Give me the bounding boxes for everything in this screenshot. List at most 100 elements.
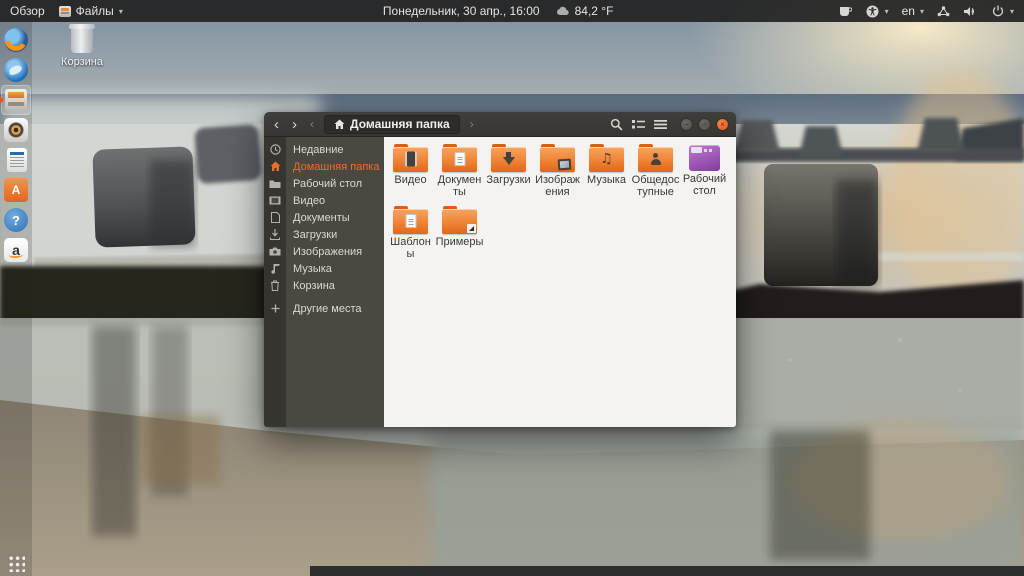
folder-item-public[interactable]: Общедоступные xyxy=(631,144,680,198)
ubuntu-software-icon xyxy=(4,178,28,202)
sidebar-label: Изображения xyxy=(293,245,363,258)
app-menu[interactable]: Файлы ▾ xyxy=(58,4,123,18)
accessibility-icon xyxy=(866,4,880,18)
folder-item-downloads[interactable]: Загрузки xyxy=(484,144,533,198)
folder-icon-downloads xyxy=(491,144,526,172)
folder-item-desktop[interactable]: Рабочий стол xyxy=(680,144,729,198)
firefox-icon xyxy=(4,28,28,52)
folder-label: Рабочий стол xyxy=(682,173,727,197)
files-icon xyxy=(5,89,27,111)
folder-item-pictures[interactable]: Изображения xyxy=(533,144,582,198)
sidebar-label: Домашняя папка xyxy=(293,160,380,173)
chevron-down-icon: ▾ xyxy=(1009,6,1014,16)
folder-item-templates[interactable]: Шаблоны xyxy=(386,206,435,260)
language-label: en xyxy=(901,4,915,18)
breadcrumb-label: Домашняя папка xyxy=(350,117,450,131)
dock-item-rhythmbox[interactable] xyxy=(1,115,31,145)
camera-icon xyxy=(264,247,286,256)
dock-item-amazon[interactable] xyxy=(1,235,31,265)
sidebar-label: Документы xyxy=(293,211,350,224)
folder-item-video[interactable]: Видео xyxy=(386,144,435,198)
sidebar-label: Корзина xyxy=(293,279,335,292)
files-app-icon xyxy=(58,5,71,17)
trash-icon xyxy=(69,24,95,53)
minimize-button[interactable]: − xyxy=(680,117,693,131)
headerbar[interactable]: ‹ › ‹ Домашняя папка › − ▫ × xyxy=(264,112,736,137)
back-button[interactable]: ‹ xyxy=(271,117,282,132)
sidebar-item-video[interactable]: Видео xyxy=(264,192,384,209)
folder-label: Шаблоны xyxy=(390,236,431,260)
search-icon[interactable] xyxy=(610,118,623,131)
forward-button[interactable]: › xyxy=(289,117,300,132)
files-window: ‹ › ‹ Домашняя папка › − ▫ × Недавние До… xyxy=(264,112,736,427)
desktop-icon xyxy=(689,145,720,171)
libreoffice-writer-icon xyxy=(7,148,27,172)
path-scroll-right[interactable]: › xyxy=(467,118,477,130)
path-scroll-left[interactable]: ‹ xyxy=(307,118,317,130)
keyboard-layout-menu[interactable]: en ▾ xyxy=(902,4,924,18)
chevron-down-icon: ▾ xyxy=(118,6,123,16)
sidebar-label: Недавние xyxy=(293,143,344,156)
file-grid: Видео Документы Загрузки Изображения ♫ М… xyxy=(386,144,734,268)
folder-icon-public xyxy=(638,144,673,172)
sidebar-item-trash[interactable]: Корзина xyxy=(264,277,384,294)
dock-item-files[interactable] xyxy=(0,85,31,115)
temperature-label: 84,2 °F xyxy=(574,4,614,18)
folder-item-music[interactable]: ♫ Музыка xyxy=(582,144,631,198)
top-bar: Обзор Файлы ▾ Понедельник, 30 апр., 16:0… xyxy=(0,0,1024,22)
view-toggle-icon[interactable] xyxy=(632,119,645,130)
activities-button[interactable]: Обзор xyxy=(10,4,45,18)
dock-item-help[interactable] xyxy=(1,205,31,235)
dock-item-thunderbird[interactable] xyxy=(1,55,31,85)
sidebar-item-recent[interactable]: Недавние xyxy=(264,141,384,158)
sidebar-item-pictures[interactable]: Изображения xyxy=(264,243,384,260)
video-icon xyxy=(264,196,286,205)
caffeine-cup-icon[interactable] xyxy=(839,4,853,18)
sidebar-item-documents[interactable]: Документы xyxy=(264,209,384,226)
sidebar-label: Другие места xyxy=(293,302,362,315)
dock-item-libreoffice-writer[interactable] xyxy=(1,145,31,175)
menu-icon[interactable] xyxy=(654,119,667,130)
trash-label: Корзина xyxy=(61,56,103,68)
maximize-button[interactable]: ▫ xyxy=(698,117,711,131)
sidebar-item-downloads[interactable]: Загрузки xyxy=(264,226,384,243)
close-button[interactable]: × xyxy=(716,117,729,131)
folder-item-examples[interactable]: Примеры xyxy=(435,206,484,260)
thunderbird-icon xyxy=(4,58,28,82)
power-menu[interactable]: ▾ xyxy=(991,4,1014,18)
weather-indicator[interactable]: 84,2 °F xyxy=(556,4,614,18)
home-icon xyxy=(264,161,286,172)
folder-icon-music: ♫ xyxy=(589,144,624,172)
accessibility-menu[interactable]: ▾ xyxy=(866,4,889,18)
sidebar-item-other-locations[interactable]: Другие места xyxy=(264,300,384,317)
folder-icon-templates xyxy=(393,206,428,234)
desktop: Обзор Файлы ▾ Понедельник, 30 апр., 16:0… xyxy=(0,0,1024,576)
folder-item-documents[interactable]: Документы xyxy=(435,144,484,198)
show-applications-icon xyxy=(7,555,25,572)
folder-label: Общедоступные xyxy=(631,174,680,198)
sidebar: Недавние Домашняя папка Рабочий стол Вид… xyxy=(264,137,384,427)
file-view[interactable]: Видео Документы Загрузки Изображения ♫ М… xyxy=(384,137,736,427)
dock-item-show-applications[interactable] xyxy=(0,555,32,572)
sidebar-item-desktop[interactable]: Рабочий стол xyxy=(264,175,384,192)
trash-icon xyxy=(264,280,286,291)
folder-label: Музыка xyxy=(587,174,626,186)
network-icon[interactable] xyxy=(937,4,951,18)
sidebar-item-music[interactable]: Музыка xyxy=(264,260,384,277)
folder-icon-documents xyxy=(442,144,477,172)
rhythmbox-icon xyxy=(4,118,28,142)
amazon-icon xyxy=(4,238,28,262)
folder-icon-pictures xyxy=(540,144,575,172)
sidebar-item-home[interactable]: Домашняя папка xyxy=(264,158,384,175)
dock-item-ubuntu-software[interactable] xyxy=(1,175,31,205)
volume-icon[interactable] xyxy=(964,4,978,18)
folder-icon xyxy=(264,179,286,189)
desktop-trash-icon[interactable]: Корзина xyxy=(44,24,120,68)
breadcrumb-home-button[interactable]: Домашняя папка xyxy=(324,114,460,134)
dock-item-firefox[interactable] xyxy=(1,25,31,55)
clock-button[interactable]: Понедельник, 30 апр., 16:00 xyxy=(383,4,540,18)
symlink-emblem-icon xyxy=(467,224,476,233)
chevron-down-icon: ▾ xyxy=(884,6,889,16)
app-menu-label: Файлы xyxy=(75,4,114,18)
folder-label: Документы xyxy=(437,174,482,198)
